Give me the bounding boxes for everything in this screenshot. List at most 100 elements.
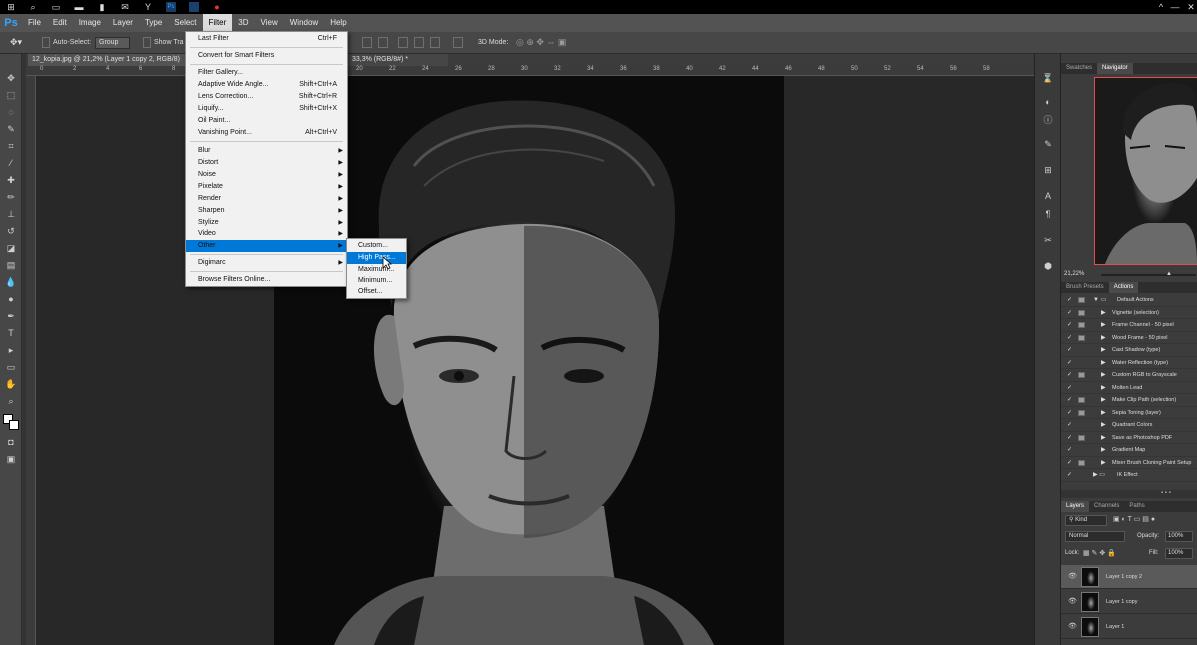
menu-item-pixelate[interactable]: Pixelate ▶ — [186, 181, 347, 193]
navigator-thumbnail[interactable] — [1094, 77, 1197, 265]
mail-icon[interactable]: ✉ — [120, 2, 130, 12]
layer-row[interactable]: 👁 Layer 1 copy 2 — [1061, 565, 1197, 589]
menu-item-sharpen[interactable]: Sharpen ▶ — [186, 205, 347, 217]
align-icon[interactable] — [362, 37, 372, 48]
action-row[interactable]: ✓ ▶ Custom RGB to Grayscale — [1061, 369, 1197, 382]
healing-brush-icon[interactable]: ✚ — [4, 174, 18, 186]
actions-footer-icons[interactable]: ▪ ▪ ▪ — [1161, 490, 1171, 496]
menu-edit[interactable]: Edit — [47, 14, 73, 32]
zoom-slider-handle-icon[interactable]: ▲ — [1166, 271, 1172, 277]
menu-item-noise[interactable]: Noise ▶ — [186, 169, 347, 181]
stack-app-icon[interactable]: ▮ — [97, 2, 107, 12]
action-row[interactable]: ✓ ▶ Molten Lead — [1061, 382, 1197, 394]
submenu-item-custom[interactable]: Custom... — [347, 240, 406, 252]
close-window-icon[interactable]: ✕ — [1186, 2, 1196, 12]
eraser-tool-icon[interactable]: ◪ — [4, 242, 18, 254]
menu-item-oil-paint[interactable]: Oil Paint... — [186, 115, 347, 127]
layer-row[interactable]: 👁 Layer 1 copy — [1061, 590, 1197, 614]
distribute-icon[interactable] — [430, 37, 440, 48]
action-row[interactable]: ✓ ▶ Mixer Brush Cloning Paint Setup — [1061, 457, 1197, 469]
character-panel-icon[interactable]: A — [1042, 190, 1054, 202]
menu-item-convert-smart-filters[interactable]: Convert for Smart Filters — [186, 50, 347, 62]
quick-mask-icon[interactable]: ◘ — [4, 436, 18, 448]
menu-item-vanishing-point[interactable]: Vanishing Point... Alt+Ctrl+V — [186, 127, 347, 139]
hand-tool-icon[interactable]: ✋ — [4, 378, 18, 390]
menu-item-lens-correction[interactable]: Lens Correction... Shift+Ctrl+R — [186, 91, 347, 103]
distribute-icon[interactable] — [398, 37, 408, 48]
marquee-tool-icon[interactable]: ⬚ — [4, 89, 18, 101]
tray-chevron-icon[interactable]: ^ — [1156, 2, 1166, 12]
tab-swatches[interactable]: Swatches — [1061, 63, 1097, 74]
clone-source-icon[interactable]: ⊞ — [1042, 164, 1054, 176]
visibility-eye-icon[interactable]: 👁 — [1068, 615, 1077, 639]
tab-channels[interactable]: Channels — [1089, 501, 1124, 512]
show-transform-checkbox[interactable] — [143, 37, 151, 48]
align-icon[interactable] — [378, 37, 388, 48]
menu-item-blur[interactable]: Blur ▶ — [186, 145, 347, 157]
menu-item-distort[interactable]: Distort ▶ — [186, 157, 347, 169]
photoshop-alt-taskbar-icon[interactable] — [189, 2, 199, 12]
lasso-tool-icon[interactable]: ◌ — [4, 106, 18, 118]
gradient-tool-icon[interactable]: ▤ — [4, 259, 18, 271]
tool-presets-icon[interactable]: ✂ — [1042, 234, 1054, 246]
action-set-row[interactable]: ✓ ▼ ▭ Default Actions — [1061, 294, 1197, 307]
menu-item-video[interactable]: Video ▶ — [186, 228, 347, 240]
distribute-icon[interactable] — [414, 37, 424, 48]
tab-actions[interactable]: Actions — [1108, 282, 1139, 293]
opacity-input[interactable]: 100% — [1165, 531, 1193, 542]
lock-icons[interactable]: ▦ ✎ ✥ 🔒 — [1083, 549, 1116, 557]
action-row[interactable]: ✓ ▶ Cast Shadow (type) — [1061, 344, 1197, 357]
history-panel-icon[interactable]: ⌛ — [1042, 72, 1054, 84]
tab-navigator[interactable]: Navigator — [1097, 63, 1133, 74]
minimize-icon[interactable]: — — [1170, 2, 1180, 12]
history-brush-icon[interactable]: ↺ — [4, 225, 18, 237]
menu-item-browse-filters-online[interactable]: Browse Filters Online... — [186, 274, 347, 286]
navigator-zoom-slider[interactable] — [1101, 274, 1196, 276]
windows-start-icon[interactable]: ⊞ — [6, 2, 16, 12]
paragraph-panel-icon[interactable]: ¶ — [1042, 208, 1054, 220]
menu-item-digimarc[interactable]: Digimarc ▶ — [186, 257, 347, 269]
portrait-photo[interactable] — [274, 76, 784, 645]
action-row[interactable]: ✓ ▶ Make Clip Path (selection) — [1061, 394, 1197, 407]
clone-stamp-icon[interactable]: ⊥ — [4, 208, 18, 220]
menu-view[interactable]: View — [255, 14, 284, 32]
menu-item-adaptive-wide-angle[interactable]: Adaptive Wide Angle... Shift+Ctrl+A — [186, 79, 347, 91]
path-select-icon[interactable]: ▸ — [4, 344, 18, 356]
auto-select-checkbox[interactable] — [42, 37, 50, 48]
menu-item-liquify[interactable]: Liquify... Shift+Ctrl+X — [186, 103, 347, 115]
menu-3d[interactable]: 3D — [232, 14, 254, 32]
layer-filter-kind[interactable]: ⚲ Kind — [1065, 515, 1107, 526]
document-tab-active[interactable]: 12_kopia.jpg @ 21,2% (Layer 1 copy 2, RG… — [28, 54, 188, 75]
3d-tools-icons[interactable]: ◎ ⊕ ✥ ⇔ ▣ — [516, 37, 566, 48]
layer-row[interactable]: 👁 Layer 1 — [1061, 615, 1197, 639]
brush-panel-icon[interactable]: ✎ — [1042, 138, 1054, 150]
adjustments-panel-icon[interactable]: ◐ — [1042, 96, 1054, 108]
submenu-item-offset[interactable]: Offset... — [347, 286, 406, 298]
task-view-icon[interactable]: ▭ — [51, 2, 61, 12]
shape-tool-icon[interactable]: ▭ — [4, 361, 18, 373]
eyedropper-tool-icon[interactable]: ⁄ — [4, 157, 18, 169]
brush-tool-icon[interactable]: ✏ — [4, 191, 18, 203]
action-row[interactable]: ✓ ▶ Wood Frame - 50 pixel — [1061, 332, 1197, 344]
action-row[interactable]: ✓ ▶ Quadrant Colors — [1061, 419, 1197, 432]
yandex-browser-icon[interactable]: Y — [143, 2, 153, 12]
quick-select-tool-icon[interactable]: ✎ — [4, 123, 18, 135]
action-row[interactable]: ✓ ▶ Sepia Toning (layer) — [1061, 407, 1197, 419]
auto-select-dropdown[interactable]: Group — [95, 37, 130, 49]
layer-filter-icons[interactable]: ▣ ◐ T ▭ ▤ ● — [1113, 515, 1155, 523]
file-explorer-icon[interactable]: ▬ — [74, 2, 84, 12]
blur-tool-icon[interactable]: 💧 — [4, 276, 18, 288]
action-row[interactable]: ✓ ▶ Save as Photoshop PDF — [1061, 432, 1197, 444]
3d-panel-icon[interactable]: ⬢ — [1042, 260, 1054, 272]
tab-layers[interactable]: Layers — [1061, 501, 1090, 512]
type-tool-icon[interactable]: T — [4, 327, 18, 339]
action-set-row[interactable]: ✓ ▶ ▭ IK Effect — [1061, 469, 1197, 482]
tab-brush-presets[interactable]: Brush Presets — [1061, 282, 1109, 293]
record-icon[interactable]: ● — [212, 2, 222, 12]
menu-layer[interactable]: Layer — [107, 14, 139, 32]
menu-help[interactable]: Help — [324, 14, 352, 32]
visibility-eye-icon[interactable]: 👁 — [1068, 590, 1077, 614]
action-row[interactable]: ✓ ▶ Vignette (selection) — [1061, 307, 1197, 319]
fill-input[interactable]: 100% — [1165, 548, 1193, 559]
menu-item-last-filter[interactable]: Last Filter Ctrl+F — [186, 33, 347, 45]
